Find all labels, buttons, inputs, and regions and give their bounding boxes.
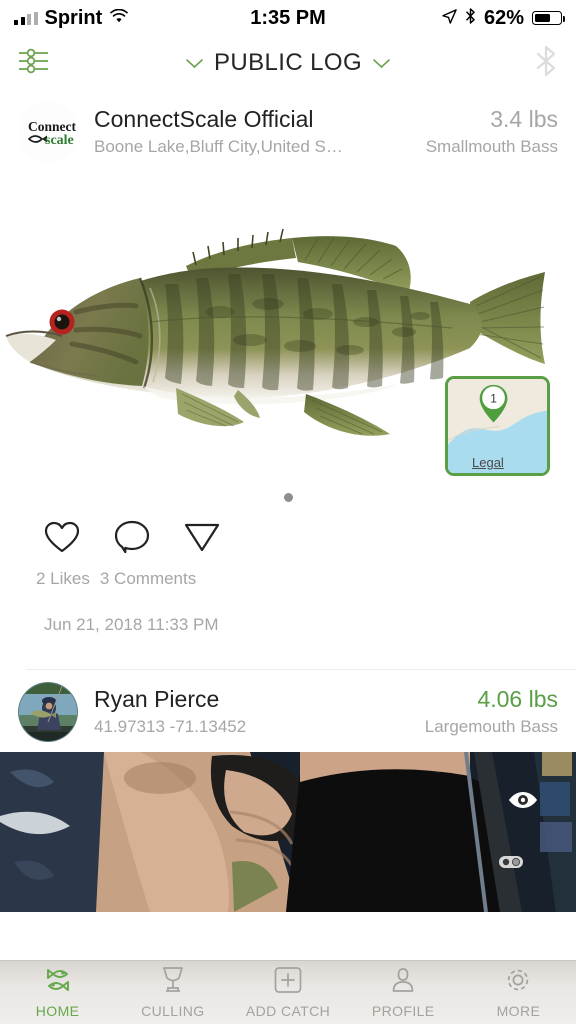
carrier-label: Sprint [44, 6, 103, 29]
post-weight: 3.4 lbs [490, 106, 558, 133]
clip-icon[interactable] [498, 855, 524, 874]
post-media[interactable]: 1 Legal [0, 172, 576, 482]
post-username[interactable]: ConnectScale Official [94, 105, 418, 134]
post-header[interactable]: Ryan Pierce 41.97313 -71.13452 4.06 lbs … [0, 670, 576, 752]
bluetooth-connect-icon[interactable] [534, 44, 558, 83]
bluetooth-status-icon [465, 7, 476, 30]
logo-text-bottom: scale [45, 133, 74, 148]
map-legal-label[interactable]: Legal [472, 455, 504, 470]
post-actions [0, 512, 576, 559]
post-identity: Ryan Pierce 41.97313 -71.13452 [94, 685, 417, 739]
post-catch-info: 4.06 lbs Largemouth Bass [425, 685, 558, 739]
chevron-down-left-icon[interactable] [186, 55, 203, 72]
post-weight: 4.06 lbs [477, 686, 558, 713]
comment-bubble-icon[interactable] [114, 520, 150, 559]
media-page-indicator [0, 482, 576, 512]
comments-count[interactable]: 3 Comments [100, 569, 196, 589]
status-bar-right: 62% [442, 6, 566, 30]
gear-icon [503, 966, 533, 999]
tab-culling[interactable]: CULLING [115, 966, 230, 1019]
plus-square-icon [273, 966, 303, 999]
post-location: Boone Lake,Bluff City,United S… [94, 136, 343, 156]
chevron-down-right-icon[interactable] [373, 55, 390, 72]
tab-label: ADD CATCH [245, 1003, 331, 1019]
tab-label: CULLING [141, 1003, 205, 1019]
battery-icon [532, 11, 566, 25]
signal-strength-icon [14, 11, 38, 25]
heart-icon[interactable] [44, 521, 80, 559]
eye-icon[interactable] [508, 790, 538, 815]
location-arrow-icon [442, 7, 457, 30]
tab-add-catch[interactable]: ADD CATCH [230, 966, 345, 1019]
bottom-tab-bar: HOME CULLING ADD CATCH PROFILE MORE [0, 960, 576, 1024]
post-header[interactable]: Connect scale ConnectScale Official Boon… [0, 90, 576, 172]
battery-percent-label: 62% [483, 6, 524, 29]
status-bar-left: Sprint [14, 7, 129, 30]
connectscale-logo-avatar[interactable]: Connect scale [18, 102, 78, 162]
post-username[interactable]: Ryan Pierce [94, 685, 417, 714]
post-location: 41.97313 -71.13452 [94, 716, 247, 736]
send-share-icon[interactable] [184, 521, 220, 558]
nav-title-group[interactable]: PUBLIC LOG [0, 49, 576, 77]
navigation-bar: PUBLIC LOG [0, 36, 576, 90]
tab-home[interactable]: HOME [0, 966, 115, 1019]
post-card-2: Ryan Pierce 41.97313 -71.13452 4.06 lbs … [0, 670, 576, 912]
post-identity: ConnectScale Official Boone Lake,Bluff C… [94, 105, 418, 159]
catch-map-thumbnail[interactable]: 1 Legal [445, 376, 550, 476]
status-bar: Sprint 1:35 PM 62% [0, 0, 576, 36]
post-media[interactable] [0, 752, 576, 912]
tab-profile[interactable]: PROFILE [346, 966, 461, 1019]
page-dot[interactable] [283, 492, 293, 502]
two-fish-icon [41, 966, 75, 999]
likes-count[interactable]: 2 Likes [36, 569, 90, 589]
tab-more[interactable]: MORE [461, 966, 576, 1019]
logo-text-top: Connect [28, 119, 76, 134]
sliders-filter-icon[interactable] [18, 46, 52, 81]
tab-label: PROFILE [371, 1003, 435, 1019]
tab-label: MORE [496, 1003, 541, 1019]
post-timestamp: Jun 21, 2018 11:33 PM [44, 615, 219, 634]
trophy-icon [157, 966, 189, 999]
user-photo-avatar[interactable] [18, 682, 78, 742]
post-card-1: Connect scale ConnectScale Official Boon… [0, 90, 576, 670]
tab-label: HOME [35, 1003, 80, 1019]
map-pin-number: 1 [490, 392, 497, 406]
post-catch-info: 3.4 lbs Smallmouth Bass [426, 105, 558, 159]
post-counts: 2 Likes 3 Comments [0, 559, 576, 589]
person-icon [389, 966, 417, 999]
post-species: Largemouth Bass [424, 716, 558, 736]
page-title: PUBLIC LOG [213, 49, 363, 76]
wifi-icon [109, 7, 129, 30]
post-species: Smallmouth Bass [425, 136, 558, 156]
